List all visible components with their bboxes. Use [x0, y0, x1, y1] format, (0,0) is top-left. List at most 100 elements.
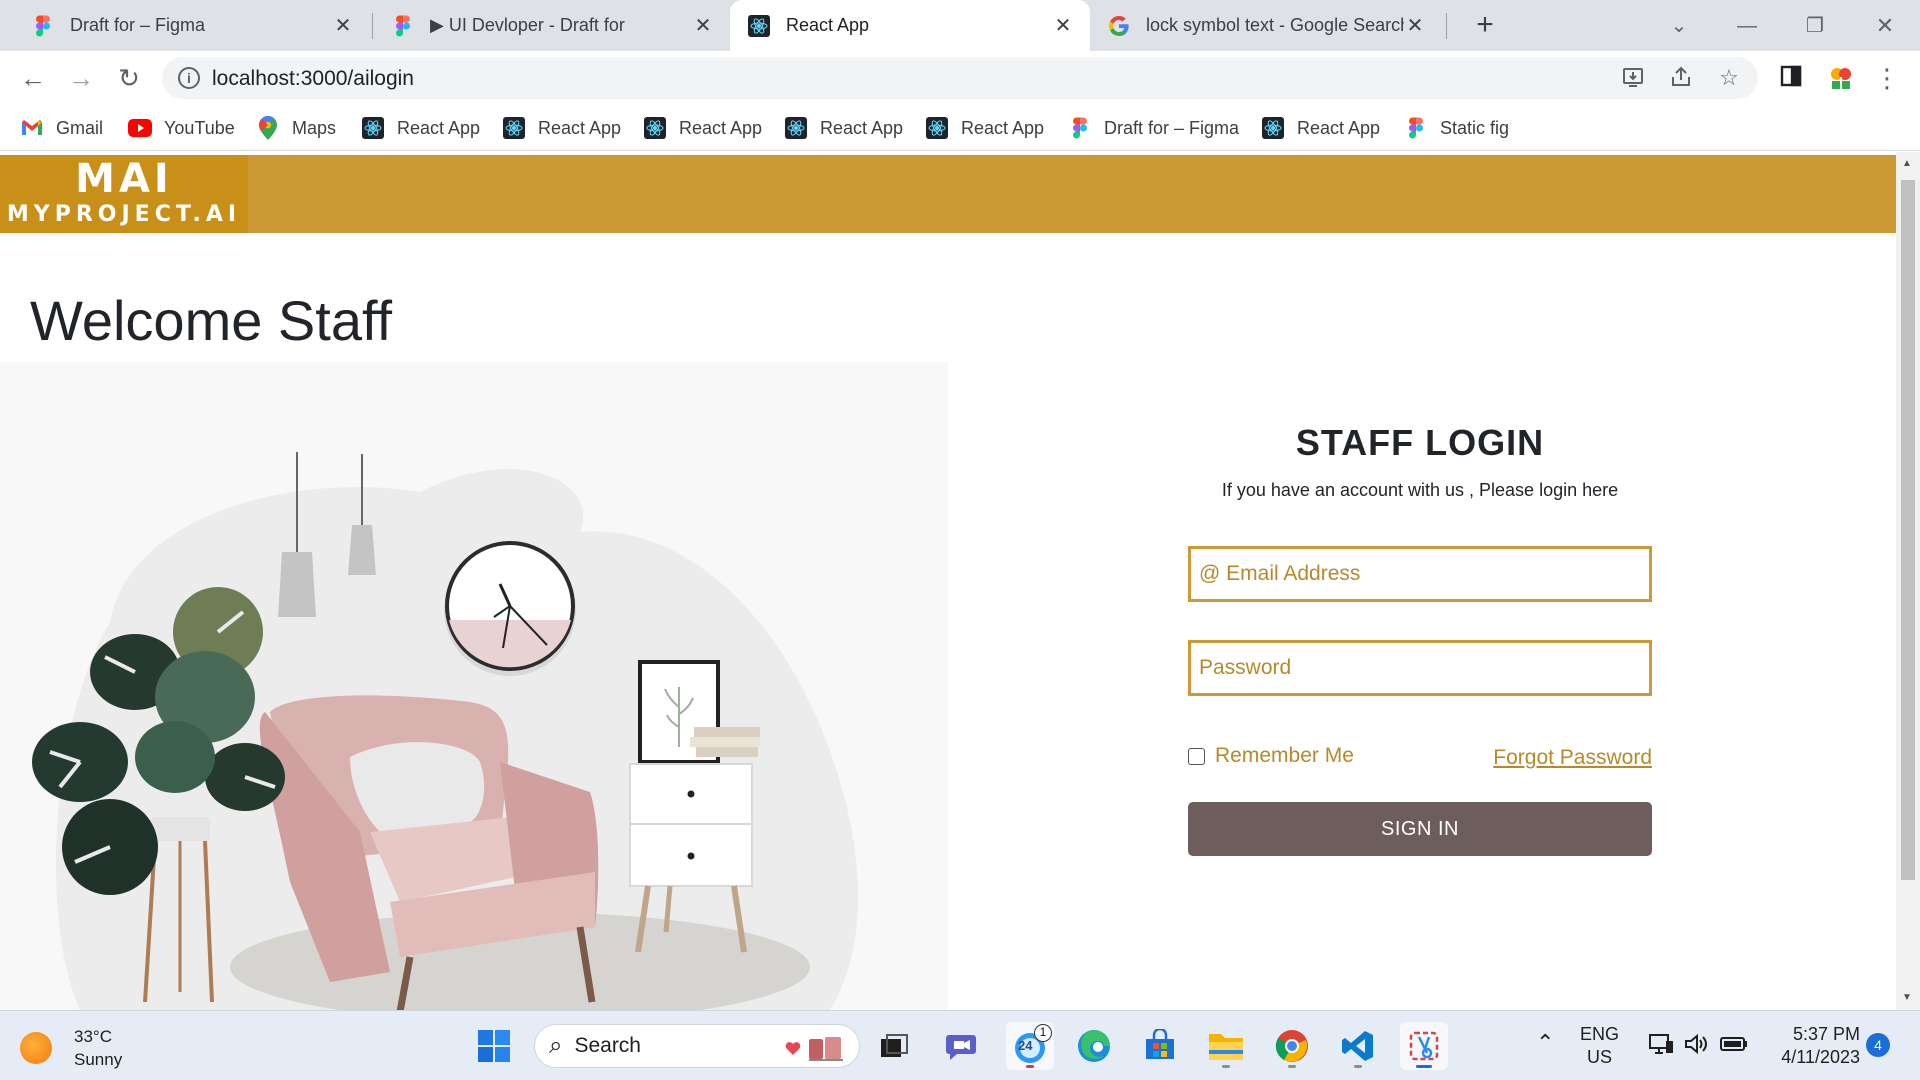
store-icon: [1146, 1029, 1174, 1059]
email-field[interactable]: @ Email Address: [1188, 546, 1652, 602]
weather-widget[interactable]: 33°C Sunny: [20, 1025, 122, 1071]
tab-figma-draft[interactable]: Draft for – Figma ✕: [0, 0, 370, 51]
kebab-menu-icon[interactable]: ⋮: [1874, 65, 1900, 91]
bookmark-react-app[interactable]: React App: [361, 113, 480, 143]
network-icon[interactable]: [1648, 1033, 1674, 1061]
bookmark-maps[interactable]: Maps: [256, 113, 336, 143]
tab-title: lock symbol text - Google Search: [1146, 15, 1404, 35]
teams-chat-button[interactable]: [938, 1022, 986, 1070]
bookmark-star-icon[interactable]: ☆: [1716, 65, 1742, 91]
running-indicator: [1288, 1065, 1296, 1068]
share-icon[interactable]: [1668, 65, 1694, 91]
bookmark-react-app[interactable]: React App: [502, 113, 621, 143]
tab-react-app[interactable]: React App ✕: [730, 0, 1090, 51]
react-icon: [502, 116, 526, 140]
restore-icon[interactable]: ❐: [1792, 8, 1838, 44]
task-view-button[interactable]: [870, 1022, 918, 1070]
back-arrow-icon[interactable]: ←: [18, 63, 48, 93]
edge-button[interactable]: [1070, 1022, 1118, 1070]
taskbar-search-placeholder: Search: [574, 1034, 641, 1057]
file-explorer-button[interactable]: [1202, 1022, 1250, 1070]
close-icon[interactable]: ✕: [1052, 13, 1074, 38]
page-title: Welcome Staff: [30, 289, 393, 352]
remember-me-label[interactable]: Remember Me: [1215, 744, 1354, 768]
close-icon[interactable]: ✕: [692, 13, 714, 38]
browser-tab-strip: Draft for – Figma ✕ ▶ UI Devloper - Draf…: [0, 0, 1920, 51]
bookmark-react-app[interactable]: React App: [643, 113, 762, 143]
bookmark-gmail[interactable]: Gmail: [20, 113, 103, 143]
header-bar: [0, 155, 1896, 233]
running-indicator: [1354, 1065, 1362, 1068]
chrome-button[interactable]: [1268, 1022, 1316, 1070]
scroll-down-arrow-icon[interactable]: ▼: [1902, 992, 1912, 1003]
edge-icon: [1078, 1030, 1110, 1062]
tab-title: React App: [786, 15, 870, 35]
install-icon[interactable]: [1620, 65, 1646, 91]
password-field[interactable]: Password: [1188, 640, 1652, 696]
url-field[interactable]: i localhost:3000/ailogin ☆: [162, 57, 1758, 99]
start-button[interactable]: [470, 1022, 518, 1070]
clock-time: 5:37 PM: [1792, 1024, 1860, 1044]
figma-icon: [1404, 116, 1428, 140]
url-text[interactable]: localhost:3000/ailogin: [212, 67, 414, 91]
bookmark-label: YouTube: [164, 117, 235, 138]
volume-icon[interactable]: [1684, 1033, 1708, 1061]
microsoft-store-button[interactable]: [1136, 1022, 1184, 1070]
react-icon: [748, 14, 770, 37]
scroll-up-arrow-icon[interactable]: ▲: [1902, 158, 1912, 169]
close-icon[interactable]: ✕: [332, 13, 354, 38]
bookmark-react-app[interactable]: React App: [1261, 113, 1380, 143]
calendar-app-button[interactable]: 24 1: [1006, 1022, 1054, 1070]
remember-me[interactable]: Remember Me: [1188, 744, 1354, 768]
remember-me-checkbox[interactable]: [1188, 747, 1205, 765]
tab-title: ▶ UI Devloper - Draft for: [430, 15, 625, 35]
vscode-button[interactable]: [1334, 1022, 1382, 1070]
running-indicator: [1416, 1065, 1432, 1068]
forgot-password-link[interactable]: Forgot Password: [1493, 746, 1652, 770]
bookmark-react-app[interactable]: React App: [925, 113, 1044, 143]
keyboard-region: US: [1587, 1047, 1613, 1067]
notification-center-badge[interactable]: 4: [1866, 1033, 1890, 1057]
bookmarks-bar: Gmail YouTube Maps React App React App R…: [0, 105, 1920, 151]
bookmark-label: React App: [538, 117, 622, 138]
running-indicator: [1222, 1065, 1230, 1068]
page-viewport: MAI MYPROJECT.AI Welcome Staff STAFF LOG…: [0, 152, 1896, 1010]
profile-avatar-icon[interactable]: [1828, 65, 1854, 91]
forward-arrow-icon[interactable]: →: [66, 63, 96, 93]
bookmark-static-fig[interactable]: Static fig: [1404, 113, 1509, 143]
window-close-icon[interactable]: ✕: [1862, 8, 1908, 44]
calendar-day: 24: [1018, 1038, 1033, 1053]
battery-icon[interactable]: [1720, 1035, 1748, 1058]
react-icon: [643, 116, 667, 140]
new-tab-button[interactable]: +: [1468, 9, 1502, 43]
weather-condition: Sunny: [74, 1050, 123, 1069]
minimize-icon[interactable]: —: [1724, 8, 1770, 44]
tab-ui-developer[interactable]: ▶ UI Devloper - Draft for ✕: [374, 0, 730, 51]
bookmark-youtube[interactable]: YouTube: [128, 113, 235, 143]
reload-icon[interactable]: ↻: [114, 63, 144, 93]
input-language[interactable]: ENG US: [1580, 1023, 1619, 1069]
bookmark-react-app[interactable]: React App: [784, 113, 903, 143]
tab-google-search[interactable]: lock symbol text - Google Search ✕: [1092, 0, 1442, 51]
clock[interactable]: 5:37 PM 4/11/2023: [1770, 1023, 1860, 1069]
snipping-tool-button[interactable]: [1400, 1022, 1448, 1070]
logo-mark: MAI: [75, 156, 173, 202]
bookmark-label: Draft for – Figma: [1104, 117, 1240, 138]
react-icon: [1261, 116, 1285, 140]
bookmark-figma-draft[interactable]: Draft for – Figma: [1068, 113, 1239, 143]
close-icon[interactable]: ✕: [1404, 13, 1426, 38]
taskbar-search[interactable]: ⌕ Search: [534, 1024, 860, 1068]
site-info-icon[interactable]: i: [178, 67, 200, 89]
running-indicator: [1026, 1065, 1034, 1068]
side-panel-icon[interactable]: [1778, 65, 1804, 91]
scrollbar-thumb[interactable]: [1901, 180, 1915, 880]
tab-search-chevron-icon[interactable]: ⌄: [1656, 8, 1702, 44]
brand-logo[interactable]: MAI MYPROJECT.AI: [0, 155, 248, 233]
page-scrollbar[interactable]: ▲ ▼: [1896, 152, 1920, 1010]
tray-overflow-chevron-icon[interactable]: ⌃: [1536, 1031, 1554, 1054]
login-panel: STAFF LOGIN If you have an account with …: [1188, 422, 1652, 856]
living-room-illustration: [0, 362, 948, 1010]
sign-in-button[interactable]: SIGN IN: [1188, 802, 1652, 856]
tab-divider: [372, 13, 373, 39]
folder-icon: [1209, 1034, 1243, 1060]
